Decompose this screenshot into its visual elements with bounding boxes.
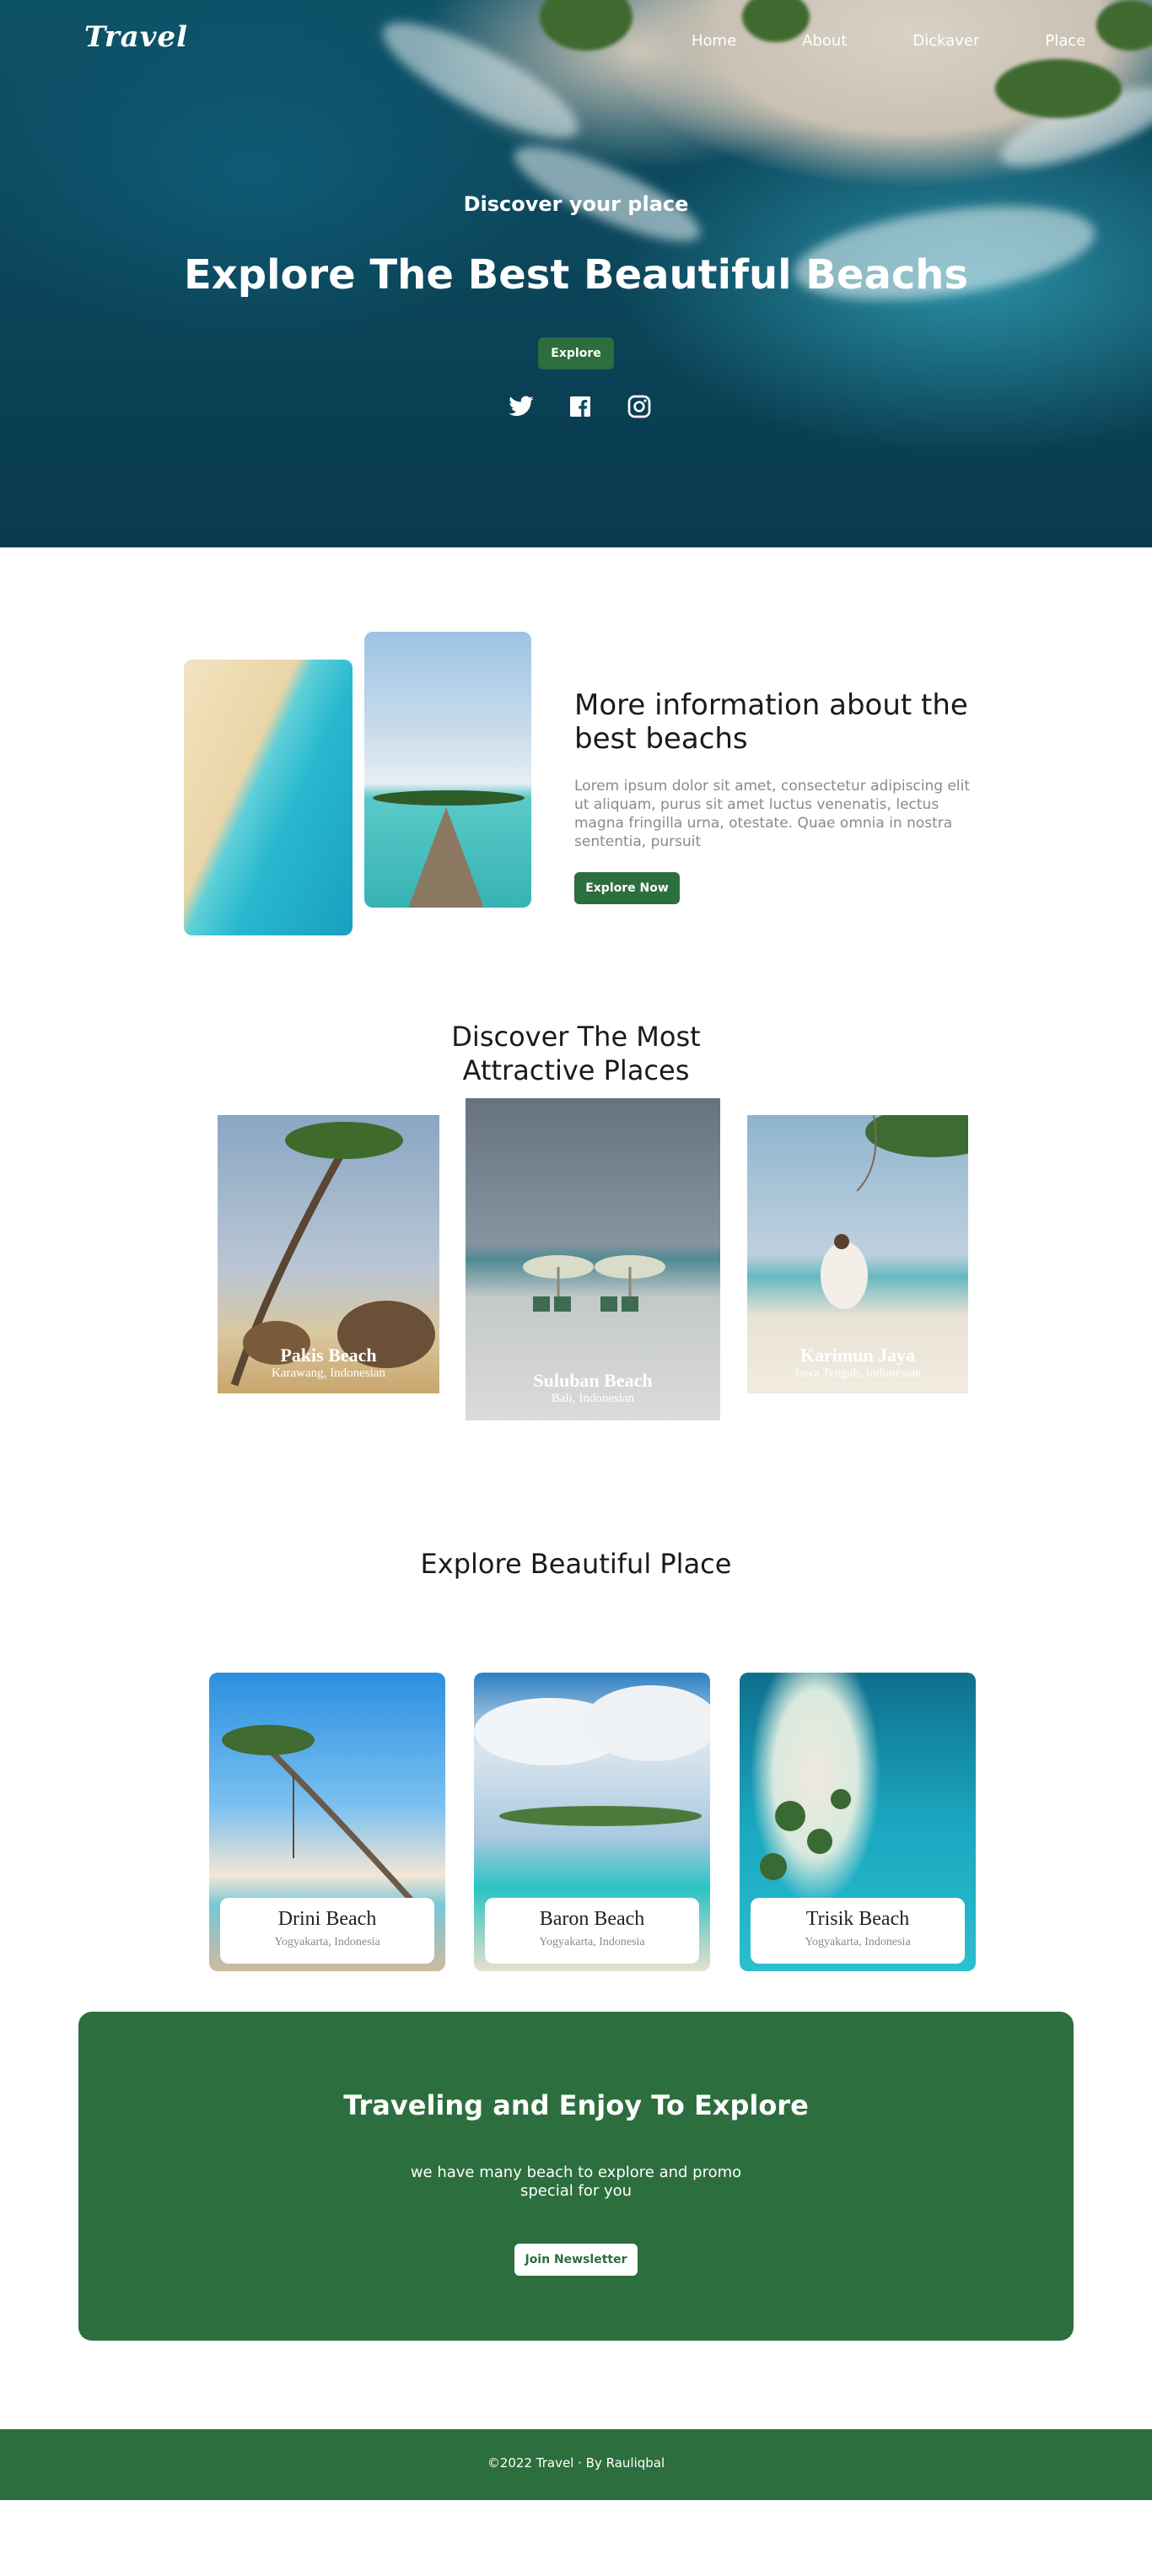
- palm-swing-illustration: [222, 1725, 414, 1903]
- discover-section: Discover The Most Attractive Places Paki…: [0, 1003, 1152, 1438]
- pier-image: [364, 632, 531, 908]
- place-name: Pakis Beach: [280, 1345, 377, 1366]
- nav-link-about[interactable]: About: [802, 32, 847, 50]
- newsletter-section: Traveling and Enjoy To Explore we have m…: [0, 2012, 1152, 2429]
- hero-title: Explore The Best Beautiful Beachs: [183, 251, 969, 299]
- pier-shape: [408, 807, 484, 908]
- beach-location: Yogyakarta, Indonesia: [539, 1936, 645, 1948]
- footer: ©2022 Travel · By Rauliqbal: [0, 2429, 1152, 2500]
- beach-name: Baron Beach: [539, 1908, 645, 1930]
- newsletter-title: Traveling and Enjoy To Explore: [343, 2089, 809, 2121]
- place-name: Karimun Jaya: [799, 1345, 916, 1366]
- place-card-karimun[interactable]: Karimun Jaya Jawa Tengah, Indonesian: [747, 1115, 968, 1393]
- place-location: Karawang, Indonesian: [272, 1366, 385, 1380]
- facebook-icon[interactable]: [567, 393, 594, 420]
- nav-link-dickaver[interactable]: Dickaver: [912, 32, 979, 50]
- place-name: Suluban Beach: [533, 1370, 653, 1391]
- info-title: More information about the best beachs: [574, 688, 968, 756]
- discover-title: Discover The Most Attractive Places: [451, 1021, 701, 1086]
- footer-copyright: ©2022 Travel · By Rauliqbal: [487, 2455, 665, 2471]
- beach-card-baron[interactable]: Baron Beach Yogyakarta, Indonesia: [474, 1673, 710, 1971]
- nav-link-place[interactable]: Place: [1045, 32, 1085, 50]
- logo[interactable]: Travel: [84, 20, 188, 54]
- beach-location: Yogyakarta, Indonesia: [274, 1936, 380, 1948]
- join-newsletter-button[interactable]: Join Newsletter: [514, 2244, 638, 2276]
- info-text: Lorem ipsum dolor sit amet, consectetur …: [574, 778, 971, 850]
- clouds-illustration: [474, 1685, 710, 1826]
- explore-title: Explore Beautiful Place: [420, 1548, 732, 1580]
- beach-card-trisik[interactable]: Trisik Beach Yogyakarta, Indonesia: [740, 1673, 976, 1971]
- beach-aerial-image: [184, 660, 353, 935]
- hero-section: Travel Home About Dickaver Place Discove…: [0, 0, 1152, 547]
- island-aerial-illustration: [760, 1789, 851, 1880]
- place-caption: Suluban Beach Bali, Indonesian: [466, 1370, 720, 1406]
- place-card-suluban[interactable]: Suluban Beach Bali, Indonesian: [466, 1098, 720, 1420]
- beach-location: Yogyakarta, Indonesia: [805, 1936, 911, 1948]
- hero-subtitle: Discover your place: [463, 192, 689, 216]
- twitter-icon[interactable]: [508, 393, 535, 420]
- beach-card-drini[interactable]: Drini Beach Yogyakarta, Indonesia: [209, 1673, 445, 1971]
- instagram-icon[interactable]: [626, 393, 653, 420]
- newsletter-text: we have many beach to explore and promo …: [410, 2164, 742, 2200]
- beach-name: Trisik Beach: [805, 1908, 910, 1930]
- nav-links: Home About Dickaver Place: [692, 32, 1085, 50]
- top-navbar: Travel Home About Dickaver Place: [0, 0, 1152, 84]
- explore-section: Explore Beautiful Place Drini Beach Yogy…: [0, 1438, 1152, 2012]
- place-caption: Pakis Beach Karawang, Indonesian: [218, 1345, 439, 1381]
- nav-link-home[interactable]: Home: [692, 32, 736, 50]
- explore-button[interactable]: Explore: [538, 337, 614, 369]
- info-section: More information about the best beachs L…: [0, 547, 1152, 1003]
- beach-name: Drini Beach: [277, 1908, 377, 1930]
- place-caption: Karimun Jaya Jawa Tengah, Indonesian: [747, 1345, 968, 1381]
- explore-now-button[interactable]: Explore Now: [574, 872, 680, 904]
- place-location: Jawa Tengah, Indonesian: [794, 1366, 922, 1380]
- social-links: [508, 393, 653, 420]
- place-location: Bali, Indonesian: [551, 1392, 635, 1405]
- page-bottom-spacer: [0, 2500, 1152, 2510]
- island-shape: [373, 790, 525, 806]
- place-card-pakis[interactable]: Pakis Beach Karawang, Indonesian: [218, 1115, 439, 1393]
- beach-info-box: Drini Beach Yogyakarta, Indonesia: [220, 1898, 434, 1964]
- beach-info-box: Trisik Beach Yogyakarta, Indonesia: [751, 1898, 965, 1964]
- beach-info-box: Baron Beach Yogyakarta, Indonesia: [485, 1898, 699, 1964]
- newsletter-banner: Traveling and Enjoy To Explore we have m…: [78, 2012, 1074, 2341]
